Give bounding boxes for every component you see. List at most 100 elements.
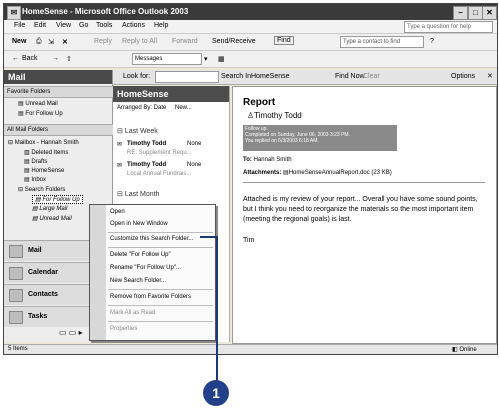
message-from: Timothy Todd xyxy=(127,162,167,168)
help-icon[interactable]: ? xyxy=(430,38,434,45)
nav-label: Contacts xyxy=(28,291,58,298)
find-button[interactable]: Find xyxy=(274,36,294,45)
tree-unread-mail[interactable]: ▤ Unread Mail xyxy=(32,215,72,222)
menu-item-properties[interactable]: Properties xyxy=(110,326,137,332)
send-receive-button[interactable]: Send/Receive xyxy=(212,38,256,45)
look-for-input[interactable] xyxy=(155,71,219,83)
tree-label: For Follow Up xyxy=(42,197,80,203)
folder-label: Unread Mail xyxy=(25,101,58,107)
message-body: Attached is my review of your report... … xyxy=(243,196,478,223)
attachments-label: Attachments: xyxy=(243,170,282,176)
menu-edit[interactable]: Edit xyxy=(34,22,46,29)
menu-item-remove-favorite[interactable]: Remove from Favorite Folders xyxy=(110,294,191,300)
contact-search-input[interactable]: Type a contact to find xyxy=(340,36,424,48)
tree-for-follow-up[interactable]: ▤ For Follow Up xyxy=(32,195,83,204)
context-menu: Open Open in New Window Customize this S… xyxy=(89,204,216,341)
group-last-week[interactable]: ⊟ Last Week xyxy=(117,127,158,135)
view-select[interactable]: Messages xyxy=(132,53,202,65)
menu-actions[interactable]: Actions xyxy=(122,22,145,29)
move-icon[interactable]: ⇲ xyxy=(48,38,54,46)
menu-item-new-search-folder[interactable]: New Search Folder... xyxy=(110,278,166,284)
menu-item-open-new-window[interactable]: Open in New Window xyxy=(110,221,168,227)
search-in-value: HomeSense xyxy=(251,73,290,80)
message-flag: None xyxy=(187,141,202,147)
to-label: To: xyxy=(243,157,252,163)
forward-button[interactable]: Forward xyxy=(172,38,198,45)
reading-pane: Report ♙Timothy Todd Follow up. Complete… xyxy=(232,86,497,344)
menu-help[interactable]: Help xyxy=(154,22,168,29)
group-last-month[interactable]: ⊟ Last Month xyxy=(117,190,159,198)
menu-file[interactable]: File xyxy=(14,22,25,29)
help-search-input[interactable]: Type a question for help xyxy=(404,21,493,33)
divider xyxy=(243,182,485,183)
close-find-icon[interactable]: ✕ xyxy=(487,72,493,80)
find-now-button[interactable]: Find Now xyxy=(335,73,365,80)
view-dropdown-icon[interactable]: ▾ xyxy=(204,55,208,63)
sender-line: ♙Timothy Todd xyxy=(247,111,302,120)
arranged-by[interactable]: Arranged By: Date xyxy=(117,105,166,111)
menu-view[interactable]: View xyxy=(56,22,71,29)
tasks-icon xyxy=(9,311,23,324)
clear-button[interactable]: Clear xyxy=(363,73,380,80)
shortcuts-icon[interactable]: ▭ ▭ ▸ xyxy=(59,328,83,337)
mail-title: Mail xyxy=(8,72,26,82)
to-value: Hannah Smith xyxy=(253,157,292,163)
menu-item-open[interactable]: Open xyxy=(110,209,125,215)
envelope-icon: ✉ xyxy=(117,163,123,169)
menu-item-mark-all-read[interactable]: Mark All as Read xyxy=(110,310,155,316)
reply-all-button[interactable]: Reply to All xyxy=(122,38,157,45)
group-label: Last Week xyxy=(124,128,158,135)
message-item[interactable]: ✉ Timothy Todd None Local Annual Fundrai… xyxy=(113,162,229,182)
sender-name[interactable]: Timothy Todd xyxy=(254,111,302,120)
back-button[interactable]: Back xyxy=(22,55,38,62)
message-subject: Local Annual Fundrais... xyxy=(127,171,192,177)
tree-drafts[interactable]: ▤ Drafts xyxy=(24,158,47,165)
tree-label: Large Mail xyxy=(39,206,68,212)
mail-icon xyxy=(9,245,23,258)
options-button[interactable]: Options xyxy=(451,73,475,80)
callout-badge: 1 xyxy=(203,380,229,406)
menu-item-delete[interactable]: Delete "For Follow Up" xyxy=(110,252,171,258)
to-line: To: Hannah Smith xyxy=(243,157,292,163)
rules-icon[interactable]: ▦ xyxy=(218,55,225,63)
sort-order[interactable]: New... xyxy=(175,105,192,111)
standard-toolbar: New ⎙ ⇲ ✕ Reply Reply to All Forward Sen… xyxy=(4,34,497,51)
new-button[interactable]: New xyxy=(12,38,26,45)
window-title: HomeSense - Microsoft Office Outlook 200… xyxy=(22,7,189,16)
menu-separator xyxy=(108,289,213,290)
folder-unread-mail[interactable]: ▤ Unread Mail xyxy=(18,100,58,107)
menu-tools[interactable]: Tools xyxy=(96,22,112,29)
tree-search-folders[interactable]: ⊟ Search Folders xyxy=(18,186,65,193)
item-count: 5 Items xyxy=(8,346,28,352)
tree-mailbox[interactable]: ⊟ Mailbox - Hannah Smith xyxy=(8,139,79,146)
tree-deleted-items[interactable]: ▥ Deleted Items xyxy=(24,149,68,156)
up-folder-icon[interactable]: ⇧ xyxy=(66,55,72,63)
online-status: ◧ Online xyxy=(452,347,477,353)
close-button[interactable]: ✕ xyxy=(482,6,497,20)
menu-item-rename[interactable]: Rename "For Follow Up"... xyxy=(110,265,181,271)
forward-nav-icon[interactable]: → xyxy=(52,55,59,62)
message-from: Timothy Todd xyxy=(127,141,167,147)
menu-item-customize[interactable]: Customize this Search Folder... xyxy=(110,236,193,242)
tree-large-mail[interactable]: ▤ Large Mail xyxy=(32,205,67,212)
nav-label: Tasks xyxy=(28,313,48,320)
tree-inbox[interactable]: ▤ Inbox xyxy=(24,176,46,183)
list-header: HomeSense xyxy=(113,86,229,102)
message-item[interactable]: ✉ Timothy Todd None RE: Supplement Requ.… xyxy=(113,141,229,161)
reply-button[interactable]: Reply xyxy=(94,38,112,45)
all-mail-folders-header: All Mail Folders xyxy=(4,124,115,136)
tree-homesense[interactable]: ▤ HomeSense xyxy=(24,167,64,174)
print-icon[interactable]: ⎙ xyxy=(36,38,42,46)
minimize-button[interactable]: – xyxy=(453,6,468,20)
maximize-button[interactable]: □ xyxy=(468,6,483,20)
nav-label: Calendar xyxy=(28,269,58,276)
search-in-button[interactable]: Search In xyxy=(221,73,251,80)
folder-icon: ▤ xyxy=(18,101,24,107)
back-icon[interactable]: ← xyxy=(12,55,19,62)
tree-label: Inbox xyxy=(31,177,47,183)
menu-go[interactable]: Go xyxy=(79,22,88,29)
menu-icon-stripe xyxy=(90,205,106,340)
attachment-file[interactable]: HomeSenseAnnualReport.doc (23 KB) xyxy=(289,170,392,176)
folder-for-follow-up[interactable]: ▤ For Follow Up xyxy=(18,110,63,117)
delete-icon[interactable]: ✕ xyxy=(62,38,68,46)
